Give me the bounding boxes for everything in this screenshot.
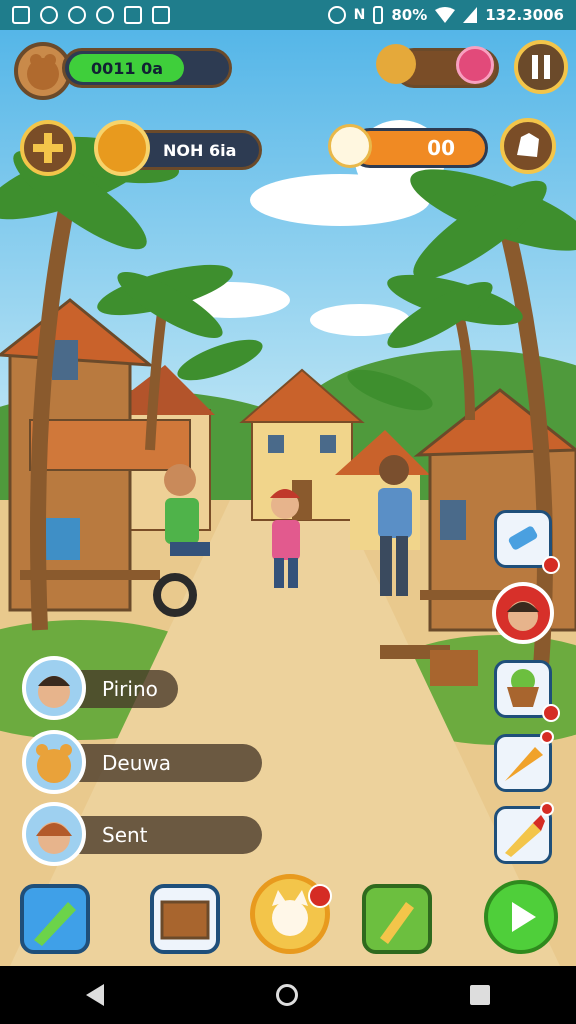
tube-icon [508,526,538,550]
villager-icon [507,601,539,631]
character-avatar-2[interactable] [22,802,86,866]
game-icon [124,6,142,24]
gallery-icon [12,6,30,24]
map-button[interactable] [500,118,556,174]
notification-badge [542,556,560,574]
pen-button[interactable] [20,884,90,954]
sync-icon [40,6,58,24]
play-button[interactable] [484,880,558,954]
clock: 132.3006 [485,6,564,24]
map-icon [517,133,539,157]
add-button[interactable] [20,120,76,176]
nfc-icon: N [353,7,366,23]
back-icon[interactable] [86,984,104,1006]
energy-label: 0011 0a [91,58,164,78]
character-avatar-1[interactable] [22,730,86,794]
gem-icon [456,46,494,84]
carrot-icon [505,747,543,781]
plus-icon [33,133,63,163]
notification-badge [540,802,554,816]
notification-badge [542,704,560,722]
notification-badge [308,884,332,908]
character-name: Deuwa [102,751,171,775]
play-icon [512,902,536,932]
boy-icon [38,676,70,708]
battery-text: 80% [391,6,428,24]
recents-icon[interactable] [470,985,490,1005]
notification-badge [540,730,554,744]
crate-button[interactable] [150,884,220,954]
crate-icon [160,900,210,940]
browser-icon [68,6,86,24]
basket-icon [507,669,539,707]
power-icon [96,6,114,24]
hamster-icon [36,744,72,783]
coins-label: NOH 6ia [163,140,237,160]
side-villager-avatar[interactable] [492,582,554,644]
pause-button[interactable] [514,40,568,94]
character-name: Pirino [102,677,158,701]
character-name: Sent [102,823,148,847]
bear-icon [376,44,416,84]
resource-value: 00 [427,136,455,160]
brush-icon [380,902,414,944]
vibrate-icon [373,6,384,24]
pause-icon [532,55,550,79]
coin-icon [94,120,150,176]
cat-icon [328,124,372,168]
status-bar: N 80% 132.3006 [0,0,576,30]
image-icon [152,6,170,24]
pen-icon [34,902,76,946]
wifi-icon [435,7,456,23]
alert-icon [327,6,346,24]
paintbrush-icon [505,815,545,857]
animal-icon [27,54,59,90]
character-avatar-0[interactable] [22,656,86,720]
system-nav-bar [0,966,576,1024]
girl-icon [36,822,72,854]
brush-button[interactable] [362,884,432,954]
home-icon[interactable] [276,984,298,1006]
signal-icon [463,7,478,23]
energy-bar: 0011 0a [62,48,232,88]
